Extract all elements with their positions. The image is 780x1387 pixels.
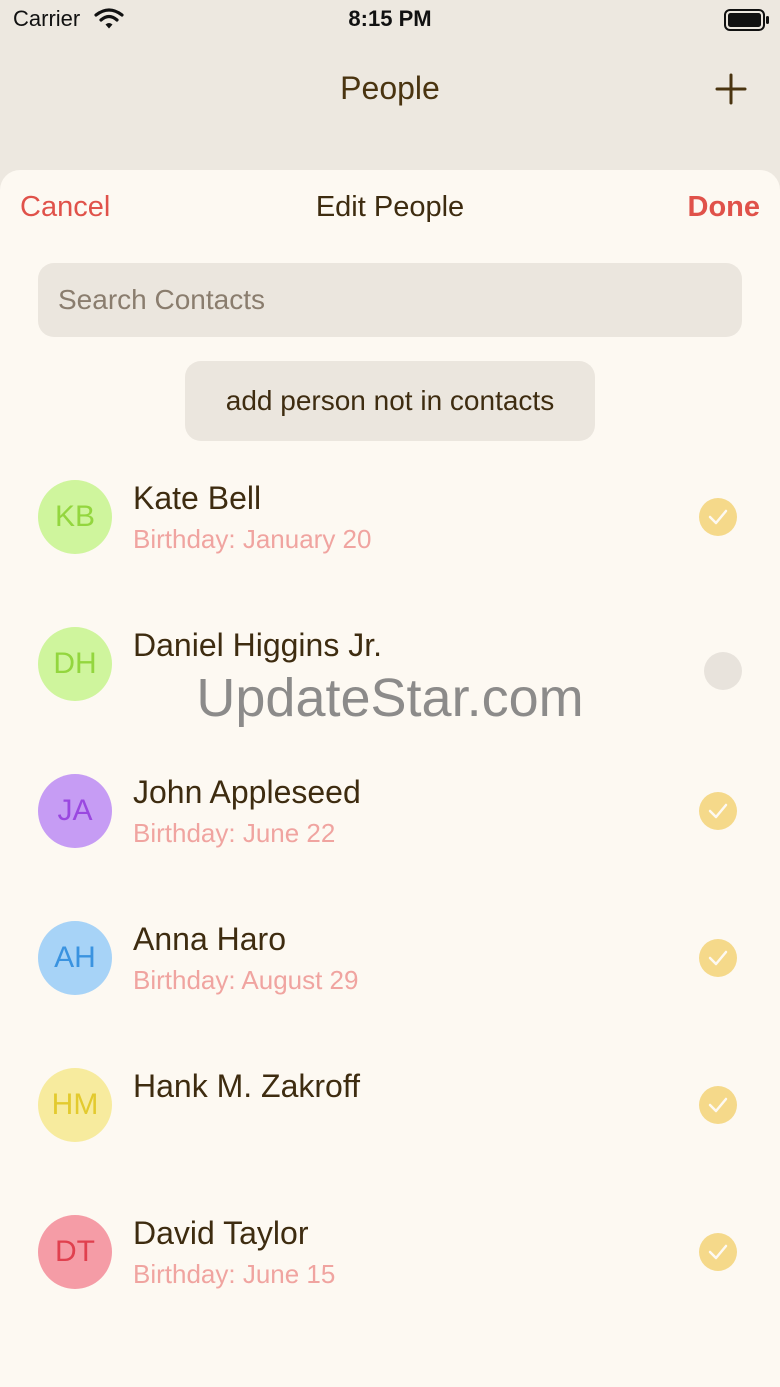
person-name: Kate Bell — [133, 480, 262, 516]
avatar: AH — [38, 921, 112, 995]
avatar: DH — [38, 627, 112, 701]
plus-icon — [715, 73, 747, 105]
person-birthday: Birthday: January 20 — [133, 524, 372, 554]
navbar-title: People — [340, 70, 440, 106]
person-row[interactable]: DT David Taylor Birthday: June 15 — [0, 1205, 780, 1352]
selected-checkmark-icon[interactable] — [699, 1086, 737, 1124]
selected-checkmark-icon[interactable] — [699, 1233, 737, 1271]
person-birthday: Birthday: June 22 — [133, 818, 336, 848]
avatar-initials: JA — [57, 794, 93, 827]
person-row[interactable]: AH Anna Haro Birthday: August 29 — [0, 911, 780, 1058]
battery-icon — [724, 9, 770, 36]
person-row[interactable]: DH Daniel Higgins Jr. — [0, 617, 780, 764]
person-name: David Taylor — [133, 1215, 309, 1251]
avatar-initials: KB — [54, 500, 96, 533]
avatar-initials: DT — [55, 1235, 95, 1268]
avatar-initials: HM — [51, 1088, 99, 1121]
add-person-not-in-contacts-button[interactable]: add person not in contacts — [185, 361, 595, 441]
person-row[interactable]: KB Kate Bell Birthday: January 20 — [0, 470, 780, 617]
add-person-button[interactable] — [708, 66, 754, 112]
person-birthday: Birthday: June 15 — [133, 1259, 336, 1289]
person-row[interactable]: JA John Appleseed Birthday: June 22 — [0, 764, 780, 911]
person-row[interactable]: HM Hank M. Zakroff — [0, 1058, 780, 1205]
avatar: DT — [38, 1215, 112, 1289]
person-name: Hank M. Zakroff — [133, 1068, 361, 1104]
status-bar: Carrier 8:15 PM — [0, 0, 780, 40]
avatar-initials: AH — [54, 941, 96, 974]
selected-checkmark-icon[interactable] — [699, 498, 737, 536]
sheet-title: Edit People — [315, 191, 465, 223]
selected-checkmark-icon[interactable] — [699, 939, 737, 977]
add-person-label: add person not in contacts — [225, 385, 555, 416]
edit-people-sheet: Cancel Edit People Done add person not i… — [0, 170, 780, 1387]
avatar: KB — [38, 480, 112, 554]
person-name: Daniel Higgins Jr. — [133, 627, 382, 663]
avatar: JA — [38, 774, 112, 848]
person-name: Anna Haro — [133, 921, 286, 957]
person-birthday: Birthday: August 29 — [133, 965, 359, 995]
selected-checkmark-icon[interactable] — [699, 792, 737, 830]
avatar: HM — [38, 1068, 112, 1142]
person-name: John Appleseed — [133, 774, 361, 810]
unselected-circle-icon[interactable] — [704, 652, 742, 690]
avatar-initials: DH — [53, 647, 97, 680]
search-contacts-input[interactable] — [38, 263, 742, 337]
status-time: 8:15 PM — [348, 6, 432, 31]
done-button[interactable]: Done — [688, 191, 761, 224]
